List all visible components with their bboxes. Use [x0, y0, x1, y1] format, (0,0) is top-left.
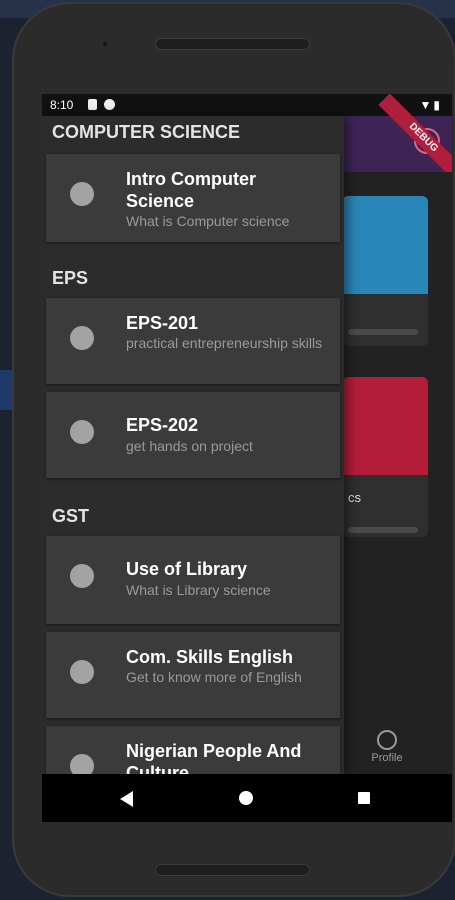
course-title: Intro Computer Science: [126, 169, 256, 211]
course-item-intro-computer-science[interactable]: Intro Computer Science What is Computer …: [46, 154, 340, 242]
card-image: [342, 196, 428, 294]
course-title: EPS-201: [126, 313, 199, 333]
front-camera: [103, 42, 107, 46]
course-card[interactable]: cs: [342, 377, 428, 537]
status-time: 8:10: [50, 98, 74, 112]
course-title: Use of Library: [126, 559, 248, 579]
phone-screen: 8:10 ▼▮ DEBUG cs Profile COMPUTER SCIENC…: [42, 94, 452, 822]
sync-icon: [104, 99, 115, 110]
back-icon[interactable]: [120, 791, 133, 807]
home-icon[interactable]: [239, 791, 253, 805]
course-item-nigerian-people-and-culture[interactable]: Nigerian People And Culture: [46, 726, 340, 774]
course-item-com-skills-english[interactable]: Com. Skills English Get to know more of …: [46, 632, 340, 718]
signal-battery-icon: ▼▮: [419, 98, 442, 112]
card-progress-bar: [348, 329, 418, 335]
course-item-use-of-library[interactable]: Use of Library What is Library science: [46, 536, 340, 624]
course-subtitle: Get to know more of English: [126, 669, 302, 685]
card-progress-bar: [348, 527, 418, 533]
card-image: [342, 377, 428, 475]
radio-icon: [70, 326, 94, 350]
navigation-drawer: COMPUTER SCIENCE Intro Computer Science …: [42, 116, 344, 774]
course-item-eps-201[interactable]: EPS-201 practical entrepreneurship skill…: [46, 298, 340, 384]
bottom-nav-profile-label: Profile: [371, 752, 403, 764]
section-header-gst: GST: [52, 506, 90, 526]
radio-icon: [70, 420, 94, 444]
bottom-speaker: [155, 864, 310, 876]
radio-icon: [70, 754, 94, 774]
phone-frame: 8:10 ▼▮ DEBUG cs Profile COMPUTER SCIENC…: [12, 2, 455, 897]
radio-icon: [70, 660, 94, 684]
card-title: cs: [348, 490, 361, 505]
recent-apps-icon[interactable]: [358, 792, 370, 804]
section-header-eps: EPS: [52, 268, 89, 288]
course-subtitle: practical entrepreneurship skills: [126, 335, 323, 351]
course-title: EPS-202: [126, 415, 199, 435]
radio-icon: [70, 182, 94, 206]
radio-icon: [70, 564, 94, 588]
bottom-nav-profile[interactable]: Profile: [357, 730, 417, 764]
sd-card-icon: [88, 99, 97, 110]
course-title: Com. Skills English: [126, 647, 294, 667]
course-title: Nigerian People And Culture: [126, 741, 302, 774]
system-navigation-bar: [42, 774, 452, 822]
person-icon: [377, 730, 397, 750]
course-subtitle: What is Library science: [126, 582, 271, 598]
section-header-computer-science: COMPUTER SCIENCE: [52, 122, 241, 142]
course-card[interactable]: [342, 196, 428, 346]
course-subtitle: What is Computer science: [126, 213, 290, 229]
course-subtitle: get hands on project: [126, 438, 253, 454]
earpiece-speaker: [155, 38, 310, 50]
course-item-eps-202[interactable]: EPS-202 get hands on project: [46, 392, 340, 478]
